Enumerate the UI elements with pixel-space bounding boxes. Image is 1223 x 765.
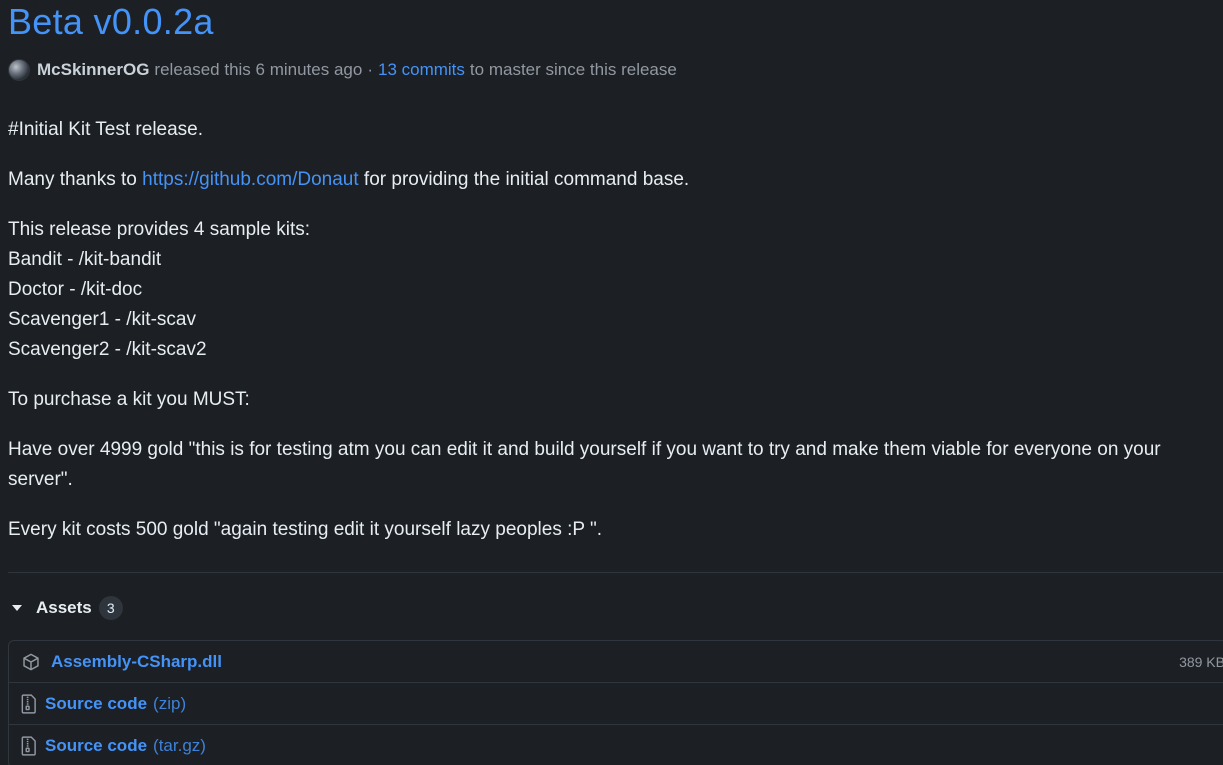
source-code-targz-link[interactable]: Source code [45,736,147,756]
assets-label: Assets [36,598,92,617]
author-link[interactable]: McSkinnerOG [37,60,149,80]
kit-cost: Every kit costs 500 gold "again testing … [8,519,603,540]
thanks-suffix: for providing the initial command base. [363,169,690,190]
file-zip-icon [19,693,39,714]
purchase-intro: To purchase a kit you MUST: [8,389,250,410]
notes-thanks: Many thanks to https://github.com/Donaut… [8,165,1223,195]
release-notes: #Initial Kit Test release. Many thanks t… [8,115,1223,565]
kits-intro: This release provides 4 sample kits: [8,219,311,240]
source-code-format[interactable]: (zip) [153,694,186,714]
asset-row: Source code (zip) [9,683,1223,725]
thanks-prefix: Many thanks to [8,169,137,190]
assets-count-badge: 3 [98,596,123,620]
asset-size: 389 KB [1179,653,1223,670]
commits-link[interactable]: 13 commits [378,60,465,80]
release-title[interactable]: Beta v0.0.2a [8,0,214,44]
kits-list: This release provides 4 sample kits: Ban… [8,215,1223,365]
package-icon [21,652,41,672]
file-zip-icon [19,736,39,756]
asset-row: Assembly-CSharp.dll 389 KB [9,641,1223,683]
kit-item: Doctor - /kit-doc [8,279,143,300]
assets-list: Assembly-CSharp.dll 389 KB Source code (… [8,640,1223,765]
release-page: Beta v0.0.2a McSkinnerOG released this 6… [0,0,1223,765]
commits-suffix: to master since this release [469,60,677,79]
release-meta: McSkinnerOG released this 6 minutes ago … [8,57,677,83]
assets-toggle[interactable]: Assets 3 [8,594,123,622]
notes-heading: #Initial Kit Test release. [8,119,204,140]
asset-download-link[interactable]: Assembly-CSharp.dll [51,652,222,672]
kit-item: Scavenger2 - /kit-scav2 [8,339,207,360]
purchase-requirement: Have over 4999 gold "this is for testing… [8,439,1161,490]
source-code-zip-link[interactable]: Source code [45,694,147,714]
meta-separator: · [367,60,373,79]
avatar[interactable] [8,59,30,81]
kit-item: Bandit - /kit-bandit [8,249,162,270]
divider [8,572,1223,573]
chevron-down-icon [12,605,22,611]
asset-row: Source code (tar.gz) [9,725,1223,765]
donaut-link[interactable]: https://github.com/Donaut [142,169,359,190]
released-time: released this 6 minutes ago [154,60,363,79]
source-code-format[interactable]: (tar.gz) [153,736,206,756]
kit-item: Scavenger1 - /kit-scav [8,309,196,330]
